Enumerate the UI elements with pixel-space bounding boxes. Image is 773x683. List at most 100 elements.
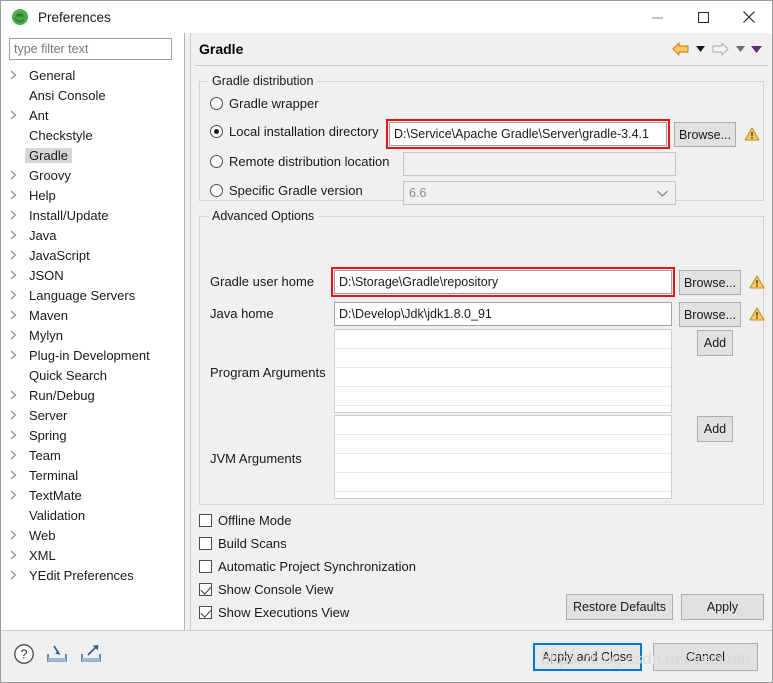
- chevron-right-icon[interactable]: [10, 550, 25, 560]
- sidebar-item-textmate[interactable]: TextMate: [1, 485, 184, 505]
- chevron-right-icon[interactable]: [10, 450, 25, 460]
- import-icon[interactable]: [45, 643, 69, 668]
- checkbox-automatic-project-synchronization[interactable]: Automatic Project Synchronization: [199, 559, 416, 574]
- chevron-right-icon[interactable]: [10, 70, 25, 80]
- sidebar-item-run-debug[interactable]: Run/Debug: [1, 385, 184, 405]
- sidebar-item-general[interactable]: General: [1, 65, 184, 85]
- radio-local-installation-directory[interactable]: Local installation directory: [210, 124, 379, 139]
- browse-button-gradle-user-home[interactable]: Browse...: [679, 270, 741, 295]
- sidebar-item-javascript[interactable]: JavaScript: [1, 245, 184, 265]
- sidebar-item-help[interactable]: Help: [1, 185, 184, 205]
- sidebar-item-maven[interactable]: Maven: [1, 305, 184, 325]
- close-button[interactable]: [726, 1, 772, 33]
- sidebar-item-validation[interactable]: Validation: [1, 505, 184, 525]
- list-item[interactable]: [335, 454, 671, 473]
- chevron-right-icon[interactable]: [10, 270, 25, 280]
- export-icon[interactable]: [79, 643, 103, 668]
- apply-button[interactable]: Apply: [681, 594, 764, 620]
- chevron-right-icon[interactable]: [10, 110, 25, 120]
- chevron-right-icon[interactable]: [10, 310, 25, 320]
- chevron-right-icon[interactable]: [10, 570, 25, 580]
- chevron-right-icon[interactable]: [10, 390, 25, 400]
- program-arguments-list[interactable]: [334, 329, 672, 413]
- forward-menu-chevron-down-icon[interactable]: [733, 38, 747, 60]
- sidebar-item-team[interactable]: Team: [1, 445, 184, 465]
- list-item[interactable]: [335, 330, 671, 349]
- sidebar-item-ansi-console[interactable]: Ansi Console: [1, 85, 184, 105]
- radio-label: Remote distribution location: [229, 154, 390, 169]
- list-item[interactable]: [335, 349, 671, 368]
- list-item[interactable]: [335, 387, 671, 406]
- browse-button-local-install[interactable]: Browse...: [674, 122, 736, 147]
- sidebar-item-server[interactable]: Server: [1, 405, 184, 425]
- maximize-button[interactable]: [680, 1, 726, 33]
- sidebar-item-label: Mylyn: [29, 327, 63, 343]
- chevron-right-icon[interactable]: [10, 430, 25, 440]
- sidebar-item-quick-search[interactable]: Quick Search: [1, 365, 184, 385]
- chevron-right-icon[interactable]: [10, 470, 25, 480]
- remote-distribution-location-input[interactable]: [403, 152, 676, 176]
- gradle-user-home-input[interactable]: [334, 270, 672, 294]
- radio-gradle-wrapper[interactable]: Gradle wrapper: [210, 96, 319, 111]
- sidebar-item-yedit-preferences[interactable]: YEdit Preferences: [1, 565, 184, 585]
- chevron-right-icon[interactable]: [10, 210, 25, 220]
- view-menu-chevron-down-icon[interactable]: [748, 38, 764, 60]
- sidebar-item-xml[interactable]: XML: [1, 545, 184, 565]
- sidebar-item-gradle[interactable]: Gradle: [1, 145, 184, 165]
- sidebar-item-web[interactable]: Web: [1, 525, 184, 545]
- chevron-right-icon[interactable]: [10, 530, 25, 540]
- sidebar-item-label: Checkstyle: [29, 127, 93, 143]
- chevron-right-icon[interactable]: [10, 170, 25, 180]
- java-home-input[interactable]: [334, 302, 672, 326]
- apply-and-close-button[interactable]: Apply and Close: [533, 643, 642, 671]
- add-jvm-argument-button[interactable]: Add: [697, 416, 733, 442]
- checkbox-show-console-view[interactable]: Show Console View: [199, 582, 333, 597]
- restore-defaults-button[interactable]: Restore Defaults: [566, 594, 673, 620]
- list-item[interactable]: [335, 473, 671, 492]
- preferences-tree[interactable]: General Ansi Console Ant Checkstyle Gradle Gr…: [1, 65, 184, 630]
- sidebar-item-groovy[interactable]: Groovy: [1, 165, 184, 185]
- sidebar-item-java[interactable]: Java: [1, 225, 184, 245]
- checkbox-build-scans[interactable]: Build Scans: [199, 536, 287, 551]
- chevron-right-icon[interactable]: [10, 190, 25, 200]
- list-item[interactable]: [335, 368, 671, 387]
- chevron-right-icon[interactable]: [10, 230, 25, 240]
- help-icon[interactable]: ?: [13, 643, 35, 668]
- cancel-button[interactable]: Cancel: [653, 643, 758, 671]
- back-arrow-icon[interactable]: [670, 38, 692, 60]
- chevron-right-icon[interactable]: [10, 250, 25, 260]
- chevron-right-icon[interactable]: [10, 330, 25, 340]
- local-installation-directory-input[interactable]: [389, 122, 667, 146]
- browse-button-java-home[interactable]: Browse...: [679, 302, 741, 327]
- window-controls: [634, 1, 772, 33]
- specific-gradle-version-combo[interactable]: 6.6: [403, 181, 676, 205]
- sidebar-item-plug-in-development[interactable]: Plug-in Development: [1, 345, 184, 365]
- dialog-button-group: Apply and Close Cancel: [533, 643, 758, 671]
- sidebar-item-spring[interactable]: Spring: [1, 425, 184, 445]
- sidebar-item-mylyn[interactable]: Mylyn: [1, 325, 184, 345]
- chevron-right-icon[interactable]: [10, 350, 25, 360]
- add-program-argument-button[interactable]: Add: [697, 330, 733, 356]
- sidebar-item-json[interactable]: JSON: [1, 265, 184, 285]
- sidebar-item-checkstyle[interactable]: Checkstyle: [1, 125, 184, 145]
- sidebar-item-ant[interactable]: Ant: [1, 105, 184, 125]
- chevron-right-icon[interactable]: [10, 490, 25, 500]
- radio-specific-gradle-version[interactable]: Specific Gradle version: [210, 183, 363, 198]
- radio-remote-distribution-location[interactable]: Remote distribution location: [210, 154, 389, 169]
- filter-input[interactable]: [9, 38, 172, 60]
- jvm-arguments-list[interactable]: [334, 415, 672, 499]
- sidebar-item-install-update[interactable]: Install/Update: [1, 205, 184, 225]
- minimize-button[interactable]: [634, 1, 680, 33]
- checkbox-show-executions-view[interactable]: Show Executions View: [199, 605, 349, 620]
- back-menu-chevron-down-icon[interactable]: [693, 38, 707, 60]
- list-item[interactable]: [335, 435, 671, 454]
- list-item[interactable]: [335, 416, 671, 435]
- checkbox-offline-mode[interactable]: Offline Mode: [199, 513, 291, 528]
- sidebar-item-terminal[interactable]: Terminal: [1, 465, 184, 485]
- chevron-right-icon[interactable]: [10, 410, 25, 420]
- sidebar-item-language-servers[interactable]: Language Servers: [1, 285, 184, 305]
- chevron-right-icon[interactable]: [10, 290, 25, 300]
- jvm-arguments-label: JVM Arguments: [210, 451, 302, 466]
- forward-arrow-icon[interactable]: [708, 38, 732, 60]
- radio-indicator: [210, 125, 223, 138]
